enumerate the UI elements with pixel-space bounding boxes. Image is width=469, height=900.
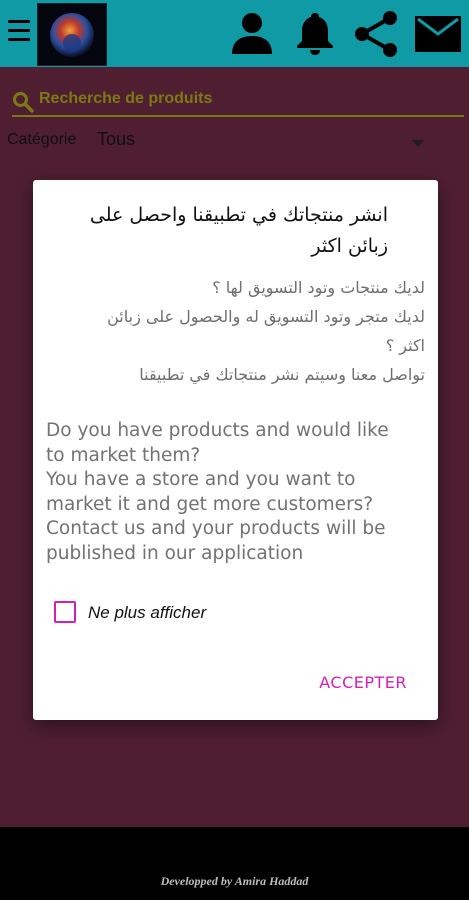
arabic-line: تواصل معنا وسيتم نشر منتجاتك في تطبيقنا <box>139 365 425 384</box>
footer: Developped by Amira Haddad <box>0 827 469 900</box>
menu-icon[interactable] <box>8 20 30 46</box>
mail-icon[interactable] <box>414 15 462 53</box>
english-line: published in our application <box>46 542 304 564</box>
dialog-arabic-text: لديك منتجات وتود التسويق لها ؟ لديك متجر… <box>45 273 425 389</box>
arabic-line: لديك منتجات وتود التسويق لها ؟ <box>212 278 425 297</box>
user-icon[interactable] <box>230 10 274 54</box>
arabic-line: اكثر ؟ <box>385 336 425 355</box>
arabic-line: لديك متجر وتود التسويق له والحصول على زب… <box>107 307 425 326</box>
english-line: to market them? <box>46 444 201 466</box>
english-line: Do you have products and would like <box>46 420 389 441</box>
dialog-title: انشر منتجاتك في تطبيقنا واحصل على زبائن … <box>89 204 388 257</box>
accept-button[interactable]: ACCEPTER <box>319 673 407 692</box>
dont-show-again-label[interactable]: Ne plus afficher <box>88 603 206 623</box>
english-line: Contact us and your products will be <box>46 518 386 539</box>
english-line: market it and get more customers? <box>46 493 374 515</box>
app-logo <box>37 3 107 66</box>
dialog-english-text: Do you have products and would like to m… <box>46 419 426 566</box>
dont-show-again-checkbox[interactable] <box>54 601 76 623</box>
bell-icon[interactable] <box>296 10 334 56</box>
developer-credit: Developped by Amira Haddad <box>160 874 309 888</box>
top-app-bar <box>0 0 469 67</box>
share-icon[interactable] <box>352 10 400 58</box>
promo-dialog: انشر منتجاتك في تطبيقنا واحصل على زبائن … <box>33 180 438 720</box>
english-line: You have a store and you want to <box>46 469 356 490</box>
